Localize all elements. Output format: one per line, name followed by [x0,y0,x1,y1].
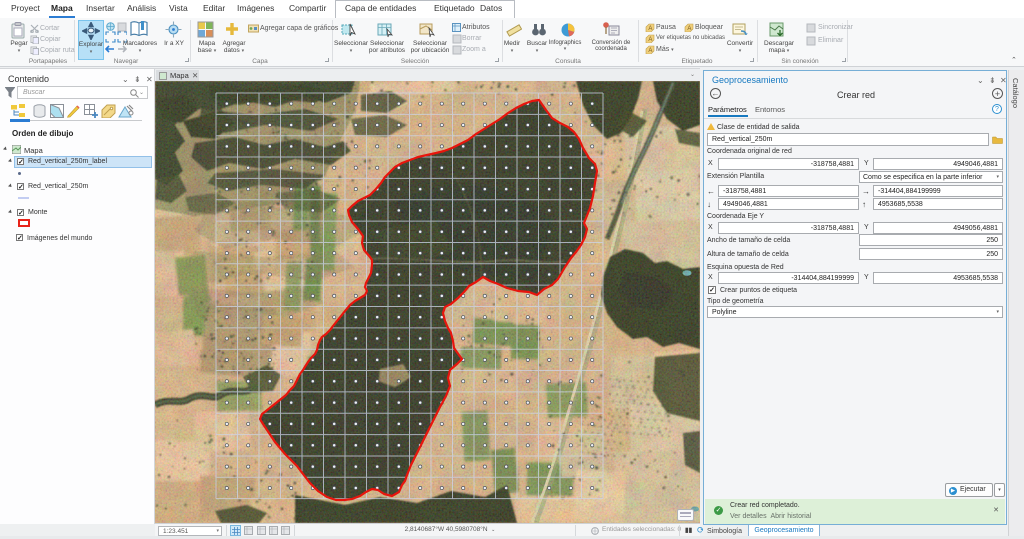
svg-text:A: A [648,48,652,54]
svg-text:A: A [648,26,652,32]
svg-text:A: A [648,37,652,43]
svg-text:A: A [687,26,691,32]
